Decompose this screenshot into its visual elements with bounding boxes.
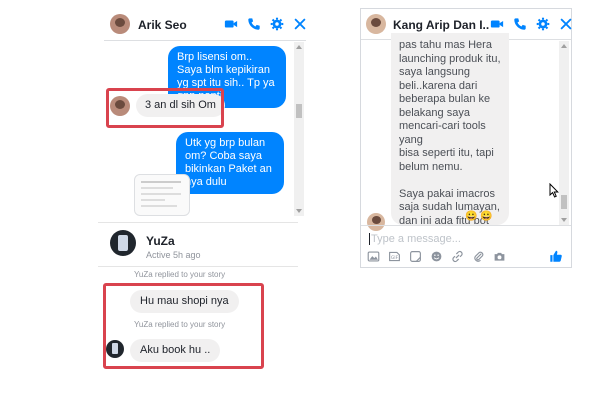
video-icon[interactable] — [490, 17, 504, 31]
like-icon[interactable] — [549, 249, 563, 268]
incoming-message[interactable]: Hu mau shopi nya — [130, 290, 239, 313]
outgoing-message[interactable]: Utk yg brp bulan om? Coba saya bikinkan … — [176, 132, 284, 194]
sticker-icon[interactable] — [409, 250, 422, 263]
text-cursor — [369, 233, 370, 245]
phone-icon[interactable] — [247, 17, 261, 31]
avatar — [366, 14, 386, 34]
message-text: pas tahu mas Hera launching produk itu, … — [399, 39, 501, 225]
emoji-reaction: 😀 😀 — [465, 211, 493, 222]
story-reply-label: YuZa replied to your story — [134, 320, 226, 329]
avatar — [367, 213, 385, 231]
scrollbar[interactable] — [559, 41, 569, 225]
story-avatar — [106, 340, 124, 358]
image-icon[interactable] — [367, 250, 380, 263]
contact-name[interactable]: YuZa — [146, 234, 175, 248]
contact-name[interactable]: Kang Arip Dan I... — [393, 18, 489, 32]
message-input[interactable]: Type a message... — [371, 233, 461, 245]
mouse-cursor — [549, 182, 559, 203]
left-chat-header[interactable]: Arik Seo — [104, 8, 306, 40]
emoji-icon[interactable] — [430, 250, 443, 263]
svg-text:GIF: GIF — [391, 255, 399, 261]
scroll-thumb[interactable] — [561, 195, 567, 209]
gear-icon[interactable] — [536, 17, 550, 31]
link-icon[interactable] — [451, 250, 464, 263]
right-chat-panel: Kang Arip Dan I... pas tahu mas Hera lau… — [360, 8, 572, 268]
camera-icon[interactable] — [493, 250, 506, 263]
incoming-message[interactable]: Aku book hu .. — [130, 339, 221, 362]
close-icon[interactable] — [293, 17, 307, 31]
left-chat-panel: Arik Seo Brp lisensi om.. Saya blm kepik… — [104, 8, 306, 216]
phone-icon[interactable] — [513, 17, 527, 31]
gear-icon[interactable] — [270, 17, 284, 31]
highlight-box — [106, 88, 224, 128]
contact-name[interactable]: Arik Seo — [138, 18, 187, 32]
video-icon[interactable] — [224, 17, 238, 31]
shared-image-thumbnail[interactable] — [134, 174, 190, 216]
story-avatar — [110, 230, 136, 256]
scrollbar[interactable] — [294, 42, 304, 216]
scroll-thumb[interactable] — [296, 104, 302, 118]
gif-icon[interactable]: GIF — [388, 250, 401, 263]
story-reply-label: YuZa replied to your story — [134, 270, 226, 279]
avatar — [110, 14, 130, 34]
attachment-icon[interactable] — [472, 250, 485, 263]
incoming-message[interactable]: pas tahu mas Hera launching produk itu, … — [391, 33, 509, 225]
header-divider — [104, 40, 306, 41]
active-status: Active 5h ago — [146, 250, 201, 260]
close-icon[interactable] — [559, 17, 573, 31]
